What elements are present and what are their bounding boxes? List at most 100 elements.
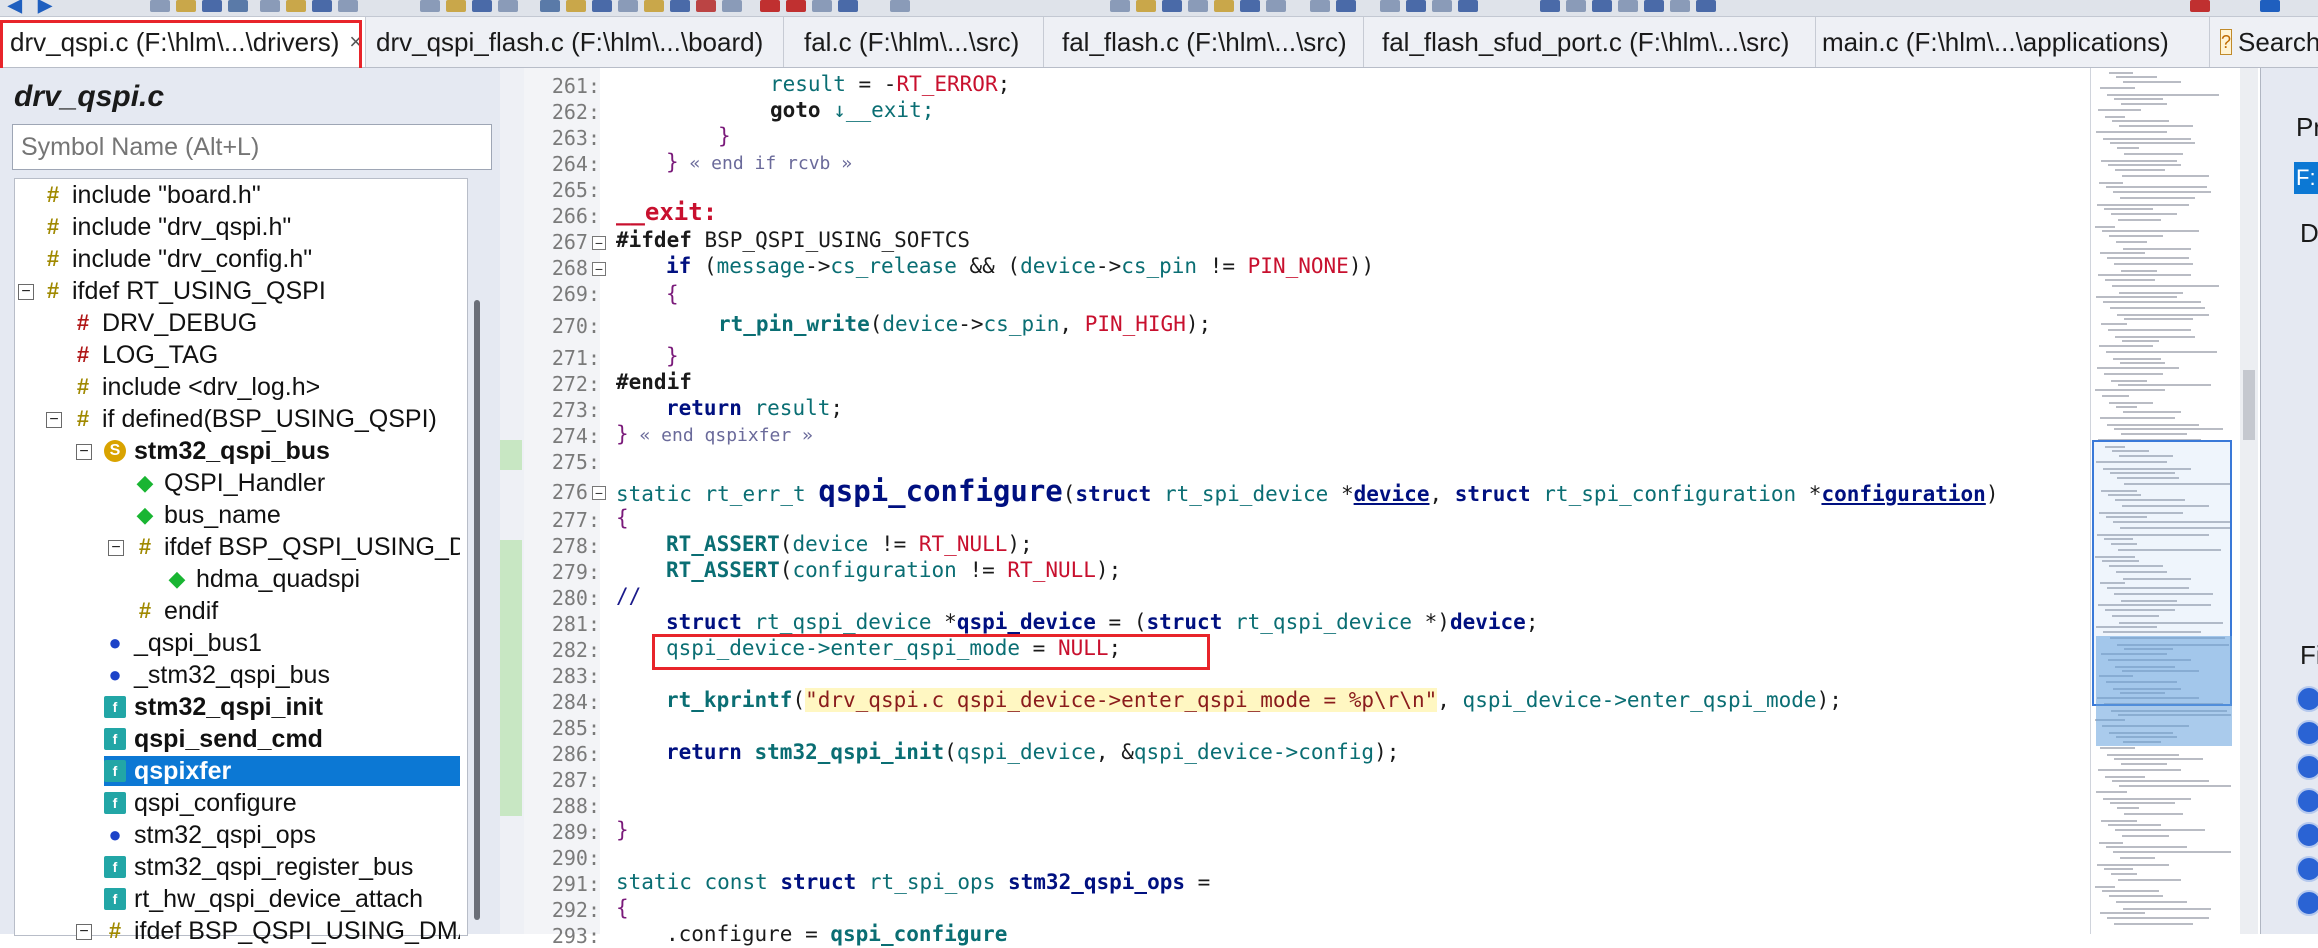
cascade-icon[interactable] — [1432, 0, 1452, 12]
build-icon[interactable] — [566, 0, 586, 12]
save-icon[interactable] — [202, 0, 222, 12]
relation-icon[interactable] — [1188, 0, 1208, 12]
lookup-icon[interactable] — [1136, 0, 1156, 12]
arrow-icon[interactable] — [2260, 0, 2280, 12]
jump-icon[interactable] — [1110, 0, 1130, 12]
disk-icon[interactable] — [472, 0, 492, 12]
editor-scrollbar-thumb[interactable] — [2243, 370, 2255, 440]
tree-item[interactable]: # if defined(BSP_USING_QSPI) — [72, 404, 437, 434]
file-globe-icon[interactable] — [2296, 720, 2318, 746]
arrange-icon[interactable] — [1458, 0, 1478, 12]
tree-item-label: bus_name — [164, 500, 281, 529]
right-panel-field[interactable]: F: — [2294, 162, 2318, 194]
tree-item[interactable]: ◆ hdma_quadspi — [166, 564, 360, 594]
edit-icon[interactable] — [446, 0, 466, 12]
file-globe-icon[interactable] — [2296, 788, 2318, 814]
tree-item[interactable]: f qspi_send_cmd — [104, 724, 323, 754]
tree-item[interactable]: # include <drv_log.h> — [72, 372, 320, 402]
print-icon[interactable] — [260, 0, 280, 12]
tree-item[interactable]: # DRV_DEBUG — [72, 308, 257, 338]
tree-item[interactable]: f rt_hw_qspi_device_attach — [104, 884, 423, 914]
nav-icon[interactable] — [1696, 0, 1716, 12]
list-icon[interactable] — [722, 0, 742, 12]
file-globe-icon[interactable] — [2296, 890, 2318, 916]
tree-collapse-button[interactable]: − — [76, 444, 92, 460]
tree-scrollbar-thumb[interactable] — [474, 300, 480, 920]
diff-icon[interactable] — [1618, 0, 1638, 12]
tab-fal-c[interactable]: fal.c (F:\hlm\...\src) — [784, 17, 1044, 67]
sync-icon[interactable] — [1540, 0, 1560, 12]
fold-toggle[interactable]: − — [592, 486, 606, 500]
back-history-icon[interactable] — [760, 0, 780, 12]
tree-item[interactable]: f qspi_configure — [104, 788, 297, 818]
save-all-icon[interactable] — [228, 0, 248, 12]
tile-icon[interactable] — [1380, 0, 1400, 12]
debug-icon[interactable] — [644, 0, 664, 12]
back-arrow-icon[interactable]: ◀ — [8, 0, 22, 14]
ref-icon[interactable] — [890, 0, 910, 12]
symbol-search-input[interactable] — [12, 124, 492, 170]
tree-item[interactable]: # ifdef BSP_QSPI_USING_DMA — [134, 532, 460, 562]
stats-icon[interactable] — [1644, 0, 1664, 12]
file-globe-icon[interactable] — [2296, 754, 2318, 780]
fold-toggle[interactable]: − — [592, 262, 606, 276]
fwd-history-icon[interactable] — [786, 0, 806, 12]
stop-icon[interactable] — [618, 0, 638, 12]
run-icon[interactable] — [592, 0, 612, 12]
symbol-icon[interactable] — [1214, 0, 1234, 12]
tree-item[interactable]: ● _qspi_bus1 — [104, 628, 262, 658]
tree-item[interactable]: ◆ bus_name — [134, 500, 281, 530]
call-icon[interactable] — [1266, 0, 1286, 12]
copy-icon[interactable] — [312, 0, 332, 12]
project-icon[interactable] — [540, 0, 560, 12]
panel-icon[interactable] — [1336, 0, 1356, 12]
compare-icon[interactable] — [1566, 0, 1586, 12]
split-icon[interactable] — [1406, 0, 1426, 12]
tree-item[interactable]: Sstm32_qspi_bus — [104, 436, 330, 466]
forward-arrow-icon[interactable]: ▶ — [38, 0, 52, 14]
tree-item[interactable]: ◆ QSPI_Handler — [134, 468, 326, 498]
tree-item[interactable]: # LOG_TAG — [72, 340, 218, 370]
context-icon[interactable] — [1162, 0, 1182, 12]
tree-collapse-button[interactable]: − — [46, 412, 62, 428]
tree-item[interactable]: # include "drv_config.h" — [42, 244, 312, 274]
doc-icon[interactable] — [420, 0, 440, 12]
merge-icon[interactable] — [1592, 0, 1612, 12]
tree-item-selected[interactable]: f qspixfer — [104, 756, 460, 786]
graph-icon[interactable] — [1240, 0, 1260, 12]
close-window-icon[interactable] — [2190, 0, 2210, 12]
tree-item[interactable]: ● _stm32_qspi_bus — [104, 660, 330, 690]
tab-main-c[interactable]: main.c (F:\hlm\...\applications) — [1816, 17, 2210, 67]
tab-fal-flash-sfud-port-c[interactable]: fal_flash_sfud_port.c (F:\hlm\...\src) — [1364, 17, 1816, 67]
file-globe-icon[interactable] — [2296, 856, 2318, 882]
editor-scrollbar[interactable] — [2240, 68, 2258, 934]
layout-icon[interactable] — [1310, 0, 1330, 12]
outline-icon[interactable] — [1670, 0, 1690, 12]
new-file-icon[interactable] — [150, 0, 170, 12]
tree-collapse-button[interactable]: − — [76, 924, 92, 940]
tab-fal-flash-c[interactable]: fal_flash.c (F:\hlm\...\src) — [1044, 17, 1364, 67]
cut-icon[interactable] — [286, 0, 306, 12]
tree-item[interactable]: # include "drv_qspi.h" — [42, 212, 291, 242]
tree-item[interactable]: # include "board.h" — [42, 180, 261, 210]
tree-item[interactable]: f stm32_qspi_init — [104, 692, 323, 722]
tree-collapse-button[interactable]: − — [108, 540, 124, 556]
tree-item[interactable]: # ifdef RT_USING_QSPI — [42, 276, 326, 306]
tab-search[interactable]: ? Search — [2210, 17, 2318, 67]
step-icon[interactable] — [670, 0, 690, 12]
tab-drv-qspi-flash-c[interactable]: drv_qspi_flash.c (F:\hlm\...\board) — [366, 17, 784, 67]
map-icon[interactable] — [838, 0, 858, 12]
fold-toggle[interactable]: − — [592, 236, 606, 250]
tree-item[interactable]: ● stm32_qspi_ops — [104, 820, 316, 850]
tree-item[interactable]: # endif — [134, 596, 218, 626]
tree-item[interactable]: # ifdef BSP_QSPI_USING_DMA — [104, 916, 460, 946]
window-icon[interactable] — [498, 0, 518, 12]
tree-item[interactable]: f stm32_qspi_register_bus — [104, 852, 413, 882]
bookmark-icon[interactable] — [812, 0, 832, 12]
clear-icon[interactable] — [696, 0, 716, 12]
file-globe-icon[interactable] — [2296, 822, 2318, 848]
tree-collapse-button[interactable]: − — [18, 284, 34, 300]
file-globe-icon[interactable] — [2296, 686, 2318, 712]
paste-icon[interactable] — [338, 0, 358, 12]
open-folder-icon[interactable] — [176, 0, 196, 12]
